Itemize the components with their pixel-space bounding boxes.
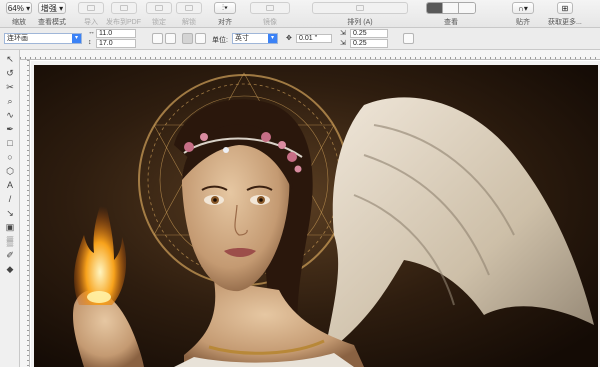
unlock-icon — [185, 5, 193, 11]
parallel-dimension-tool-icon[interactable]: / — [4, 194, 16, 205]
mirror-icon — [266, 5, 274, 11]
view-wireframe-icon[interactable] — [443, 3, 459, 13]
lock-button[interactable] — [146, 2, 172, 14]
import-control[interactable]: 导入 — [78, 2, 104, 27]
arrange-icon — [356, 5, 364, 11]
zoom-value: 64% — [7, 3, 24, 13]
duplicate-y-icon: ⇲ — [340, 40, 346, 47]
view-mode-select[interactable]: 增强 ▾ — [38, 2, 66, 14]
all-pages-button[interactable] — [182, 33, 193, 44]
view-mode-value: 增强 — [40, 3, 57, 13]
width-icon: ↔ — [88, 29, 95, 36]
connector-tool-icon[interactable]: ↘ — [4, 208, 16, 219]
unlock-control[interactable]: 解锁 — [176, 2, 202, 27]
arrange-control[interactable]: 排列 (A) — [312, 2, 408, 27]
arrange-label: 排列 (A) — [347, 19, 373, 26]
drawing-canvas[interactable] — [31, 61, 600, 367]
import-button[interactable] — [78, 2, 104, 14]
angel-artwork — [34, 65, 598, 367]
view-pixel-icon[interactable] — [459, 3, 475, 13]
rectangle-tool-icon[interactable]: □ — [4, 138, 16, 149]
align-icon: ⫶▾ — [222, 3, 228, 12]
horizontal-ruler[interactable] — [20, 50, 600, 60]
page-preset-select[interactable]: 连环画 ▾ — [4, 33, 82, 44]
text-tool-icon[interactable]: A — [4, 180, 16, 191]
nudge-field[interactable]: 0.01 " — [296, 34, 332, 43]
zoom-select[interactable]: 64% ▾ — [6, 2, 32, 14]
units-label: 单位: — [212, 37, 228, 44]
view-normal-icon[interactable] — [427, 3, 443, 13]
ellipse-tool-icon[interactable]: ○ — [4, 152, 16, 163]
units-value: 英寸 — [235, 35, 249, 42]
options-button[interactable] — [403, 33, 414, 44]
drop-shadow-tool-icon[interactable]: ▣ — [4, 222, 16, 233]
view-label: 查看 — [444, 19, 458, 26]
shape-tool-icon[interactable]: ↺ — [4, 68, 16, 79]
plus-box-icon: ⊞ — [561, 3, 569, 13]
align-label: 对齐 — [218, 19, 232, 26]
align-control[interactable]: ⫶▾ 对齐 — [214, 2, 236, 27]
polygon-tool-icon[interactable]: ⬡ — [4, 166, 16, 177]
duplicate-y-field[interactable]: 0.25 — [350, 39, 388, 48]
duplicate-x-field[interactable]: 0.25 — [350, 29, 388, 38]
mirror-button[interactable] — [250, 2, 290, 14]
portrait-button[interactable] — [152, 33, 163, 44]
zoom-tool-icon[interactable]: ⌕ — [4, 96, 16, 107]
pick-tool-icon[interactable]: ↖ — [4, 54, 16, 65]
view-mode-label: 查看模式 — [38, 19, 66, 26]
unlock-button[interactable] — [176, 2, 202, 14]
current-page-button[interactable] — [195, 33, 206, 44]
import-label: 导入 — [84, 19, 98, 26]
toolbox: ↖ ↺ ✂ ⌕ ∿ ✒ □ ○ ⬡ A / ↘ ▣ ▒ ✐ ◆ — [0, 50, 20, 367]
artistic-media-tool-icon[interactable]: ✒ — [4, 124, 16, 135]
zoom-control[interactable]: 64% ▾ 缩放 — [6, 2, 32, 27]
arrange-buttons[interactable] — [312, 2, 408, 14]
get-more-button[interactable]: ⊞ — [556, 2, 573, 14]
duplicate-x-icon: ⇲ — [340, 30, 346, 37]
fill-tool-icon[interactable]: ◆ — [4, 264, 16, 275]
units-select[interactable]: 英寸 ▾ — [232, 33, 278, 44]
magnet-icon: ∩▾ — [518, 3, 528, 13]
property-bar: 连环画 ▾ ↔ 11.0 ↕ 17.0 单位: 英寸 ▾ ✥ 0.01 " ⇲ … — [0, 28, 600, 50]
publish-pdf-button[interactable] — [110, 2, 137, 14]
get-more-control[interactable]: ⊞ 获取更多... — [548, 2, 582, 27]
lock-icon — [155, 5, 163, 11]
eyedropper-tool-icon[interactable]: ✐ — [4, 250, 16, 261]
view-mode-control[interactable]: 增强 ▾ 查看模式 — [38, 2, 66, 27]
height-field[interactable]: 17.0 — [96, 39, 136, 48]
crop-tool-icon[interactable]: ✂ — [4, 82, 16, 93]
snap-label: 贴齐 — [516, 19, 530, 26]
freehand-tool-icon[interactable]: ∿ — [4, 110, 16, 121]
publish-pdf-control[interactable]: 发布到PDF — [106, 2, 141, 27]
publish-pdf-label: 发布到PDF — [106, 19, 141, 26]
align-button[interactable]: ⫶▾ — [214, 2, 236, 14]
nudge-icon: ✥ — [286, 35, 292, 42]
import-icon — [87, 5, 95, 11]
pdf-icon — [119, 5, 128, 11]
width-field[interactable]: 11.0 — [96, 29, 136, 38]
mirror-control[interactable]: 镜像 — [250, 2, 290, 27]
lock-label: 锁定 — [152, 19, 166, 26]
unlock-label: 解锁 — [182, 19, 196, 26]
snap-control[interactable]: ∩▾ 贴齐 — [512, 2, 534, 27]
chevron-down-icon: ▾ — [268, 34, 277, 43]
main-toolbar: 64% ▾ 缩放 增强 ▾ 查看模式 导入 发布到PDF 锁定 解锁 ⫶▾ 对齐… — [0, 0, 600, 28]
view-segmented-control[interactable] — [426, 2, 476, 14]
transparency-tool-icon[interactable]: ▒ — [4, 236, 16, 247]
chevron-down-icon: ▾ — [72, 34, 81, 43]
page-preset-value: 连环画 — [7, 35, 28, 42]
snap-button[interactable]: ∩▾ — [512, 2, 534, 14]
view-control[interactable]: 查看 — [426, 2, 476, 27]
zoom-label: 缩放 — [12, 19, 26, 26]
height-icon: ↕ — [88, 39, 92, 46]
get-more-label: 获取更多... — [548, 19, 582, 26]
mirror-label: 镜像 — [263, 19, 277, 26]
landscape-button[interactable] — [165, 33, 176, 44]
lock-control[interactable]: 锁定 — [146, 2, 172, 27]
vertical-ruler[interactable] — [20, 60, 30, 367]
